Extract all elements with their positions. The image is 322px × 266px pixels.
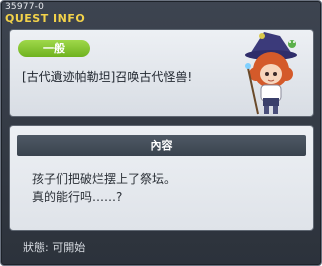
quest-id: 35977-0 — [5, 2, 45, 12]
quest-category-badge: 一般 — [18, 40, 90, 57]
quest-name: [古代遺迹帕勒坦]召唤古代怪兽! — [22, 70, 193, 84]
content-line: 孩子们把破烂摆上了祭坛。 — [32, 172, 177, 186]
quest-summary-panel: 一般 [古代遺迹帕勒坦]召唤古代怪兽! — [9, 29, 314, 117]
quest-status: 狀態: 可開始 — [23, 241, 86, 254]
window-title: QUEST INFO — [5, 12, 86, 25]
npc-avatar — [245, 32, 297, 115]
quest-content-panel: 內容 孩子们把破烂摆上了祭坛。 真的能行吗……? — [9, 125, 314, 231]
quest-info-window: 35977-0 QUEST INFO 一般 [古代遺迹帕勒坦]召唤古代怪兽! 內… — [0, 0, 322, 266]
content-line: 真的能行吗……? — [32, 190, 123, 204]
content-header: 內容 — [17, 135, 306, 156]
